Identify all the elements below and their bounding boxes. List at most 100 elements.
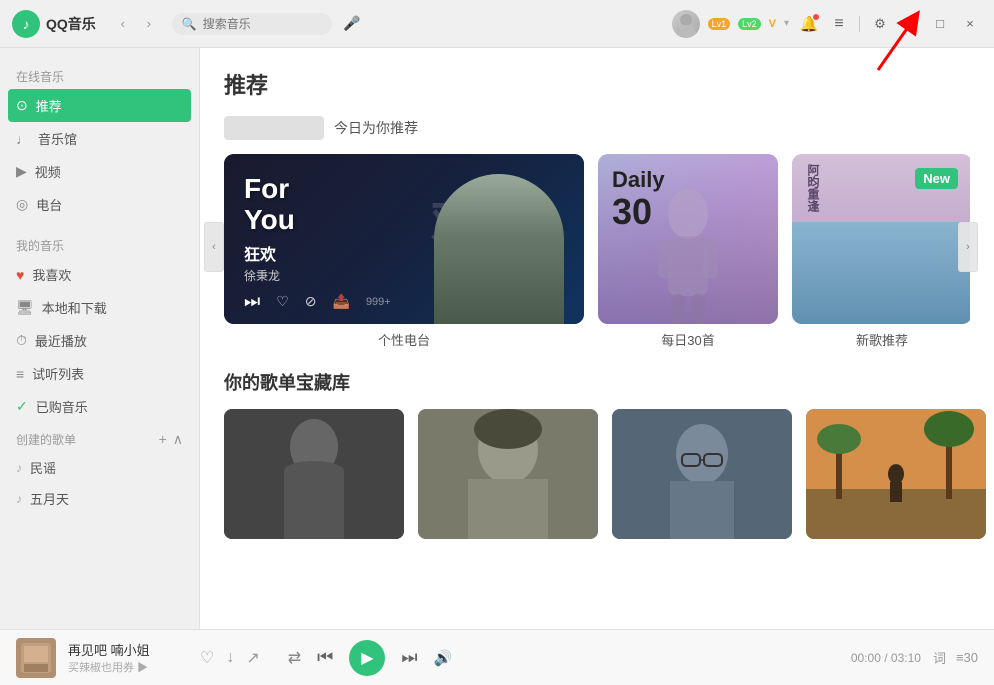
forward-button[interactable]: › (138, 13, 160, 35)
sidebar-item-try-list[interactable]: ≡ 试听列表 (0, 357, 199, 390)
player-volume-button[interactable]: 🔊 (434, 649, 453, 667)
sidebar-item-favorite[interactable]: ♥ 我喜欢 (0, 258, 199, 291)
new-songs-label: 新歌推荐 (792, 330, 970, 349)
notification-button[interactable]: 🔔 (797, 12, 821, 36)
mic-button[interactable]: 🎤 (340, 12, 364, 36)
playlist-person-3 (612, 409, 792, 539)
card-daily30[interactable]: Daily 30 (598, 154, 778, 324)
app-name: QQ音乐 (46, 14, 96, 34)
sidebar: 在线音乐 ⊙ 推荐 ♩ 音乐馆 ▶ 视频 ◎ 电台 我的音乐 ♥ 我喜欢 🖥 本… (0, 48, 200, 629)
daily30-label: 每日30首 (598, 330, 778, 349)
player-prev-button[interactable]: ⏮ (317, 647, 333, 668)
player-like-button[interactable]: ♡ (200, 648, 214, 668)
dislike-icon[interactable]: ⊘ (305, 293, 317, 310)
nav-buttons: ‹ › (112, 13, 160, 35)
sidebar-item-local[interactable]: 🖥 本地和下载 (0, 291, 199, 324)
new-card-ocean (792, 222, 970, 324)
close-button[interactable]: × (958, 12, 982, 36)
cards-outer: ‹ 狂欢 ForYou 狂欢 徐秉龙 (224, 154, 970, 349)
sidebar-item-purchased[interactable]: ✓ 已购音乐 (0, 390, 199, 423)
search-bar[interactable]: 🔍 (172, 13, 332, 35)
create-section-header: 创建的歌单 + ∧ (0, 423, 199, 452)
playlist-icon-may5: ♪ (16, 492, 22, 506)
player-play-button[interactable]: ▶ (349, 640, 385, 676)
player-controls: ⇄ ⏮ ▶ ⏭ 🔊 (288, 640, 453, 676)
minimize-button[interactable]: — (898, 12, 922, 36)
play-next-icon[interactable]: ⏭ (244, 291, 260, 312)
menu-button[interactable]: ≡ (827, 12, 851, 36)
card-wrapper-foryou: 狂欢 ForYou 狂欢 徐秉龙 ⏭ ♡ ⊘ 📤 (224, 154, 584, 349)
player-next-button[interactable]: ⏭ (401, 647, 417, 668)
play-icon: ▶ (361, 648, 373, 668)
song-title: 狂欢 (244, 241, 280, 265)
search-icon: 🔍 (182, 17, 197, 31)
playlist-icon-folk: ♪ (16, 461, 22, 475)
sidebar-item-recommend[interactable]: ⊙ 推荐 (8, 89, 191, 122)
card-for-you[interactable]: 狂欢 ForYou 狂欢 徐秉龙 ⏭ ♡ ⊘ 📤 (224, 154, 584, 324)
player-download-button[interactable]: ↓ (226, 649, 234, 667)
radio-icon: ◎ (16, 196, 28, 213)
sidebar-item-music-hall[interactable]: ♩ 音乐馆 (0, 122, 199, 155)
cards-row: 狂欢 ForYou 狂欢 徐秉龙 ⏭ ♡ ⊘ 📤 (224, 154, 970, 349)
player-thumbnail[interactable] (16, 638, 56, 678)
sidebar-item-video[interactable]: ▶ 视频 (0, 155, 199, 188)
playlist-card-3[interactable] (612, 409, 792, 539)
playlist-card-4[interactable] (806, 409, 986, 539)
play-count: 999+ (366, 296, 391, 308)
back-button[interactable]: ‹ (112, 13, 134, 35)
song-info: 狂欢 徐秉龙 (244, 241, 280, 284)
video-icon: ▶ (16, 163, 27, 180)
for-you-text: ForYou (244, 174, 295, 236)
player-song-name: 再见吧 喃小姐 (68, 640, 188, 659)
dropdown-arrow[interactable]: ▾ (784, 18, 789, 29)
level1-badge: Lv1 (708, 18, 731, 30)
settings-button[interactable]: ⚙ (868, 12, 892, 36)
my-section-title: 我的音乐 (0, 229, 199, 258)
recommend-subtitle: 今日为你推荐 (334, 118, 418, 138)
playlist-card-1[interactable] (224, 409, 404, 539)
personal-radio-label: 个性电台 (224, 330, 584, 349)
playlist-grid (224, 409, 970, 539)
maximize-button[interactable]: □ (928, 12, 952, 36)
shuffle-button[interactable]: ⇄ (288, 648, 301, 668)
share-icon[interactable]: 📤 (333, 293, 350, 310)
vip-logo: V (769, 18, 776, 30)
user-avatar[interactable] (672, 10, 700, 38)
sidebar-item-radio[interactable]: ◎ 电台 (0, 188, 199, 221)
main-content: 推荐 今日为你推荐 ‹ 狂欢 ForYou (200, 48, 994, 629)
recent-icon: ⏱ (16, 332, 27, 349)
add-playlist-button[interactable]: + (159, 431, 167, 448)
title-bar: ♪ QQ音乐 ‹ › 🔍 🎤 Lv1 Lv2 V ▾ 🔔 ≡ ⚙ — (0, 0, 994, 48)
create-section-title: 创建的歌单 (16, 431, 76, 448)
collapse-playlist-button[interactable]: ∧ (173, 431, 183, 448)
cards-next-button[interactable]: › (958, 222, 978, 272)
main-layout: 在线音乐 ⊙ 推荐 ♩ 音乐馆 ▶ 视频 ◎ 电台 我的音乐 ♥ 我喜欢 🖥 本… (0, 48, 994, 629)
player-share-button[interactable]: ↗ (246, 648, 259, 668)
playlist-item-may5[interactable]: ♪ 五月天 (0, 483, 199, 514)
player-song-extra: 买辣椒也用券 ▶ (68, 659, 188, 675)
card-new-songs[interactable]: 阿昀重逢 New (792, 154, 970, 324)
page-title: 推荐 (224, 68, 970, 100)
favorite-icon: ♥ (16, 267, 24, 283)
playlist-thumb-2 (418, 409, 598, 539)
playlist-thumb-4 (806, 409, 986, 539)
card-wrapper-daily: Daily 30 每日30首 (598, 154, 778, 349)
player-lyrics-button[interactable]: 词 (933, 648, 946, 667)
recommend-icon: ⊙ (16, 97, 28, 114)
player-playlist-button[interactable]: ≡30 (956, 650, 978, 665)
playlist-thumb-3 (612, 409, 792, 539)
search-input[interactable] (203, 17, 323, 31)
new-card-cn-text: 阿昀重逢 (804, 164, 822, 212)
playlist-item-folk[interactable]: ♪ 民谣 (0, 452, 199, 483)
player-bar: 再见吧 喃小姐 买辣椒也用券 ▶ ♡ ↓ ↗ ⇄ ⏮ ▶ ⏭ 🔊 00:00 /… (0, 629, 994, 685)
song-artist: 徐秉龙 (244, 267, 280, 284)
divider (859, 16, 860, 32)
cards-prev-button[interactable]: ‹ (204, 222, 224, 272)
card-wrapper-new: 阿昀重逢 New 新歌推荐 (792, 154, 970, 349)
new-badge: New (915, 168, 958, 189)
playlist-thumb-1 (224, 409, 404, 539)
sidebar-item-recent[interactable]: ⏱ 最近播放 (0, 324, 199, 357)
like-icon[interactable]: ♡ (276, 293, 289, 310)
playlist-person-2 (418, 409, 598, 539)
playlist-card-2[interactable] (418, 409, 598, 539)
